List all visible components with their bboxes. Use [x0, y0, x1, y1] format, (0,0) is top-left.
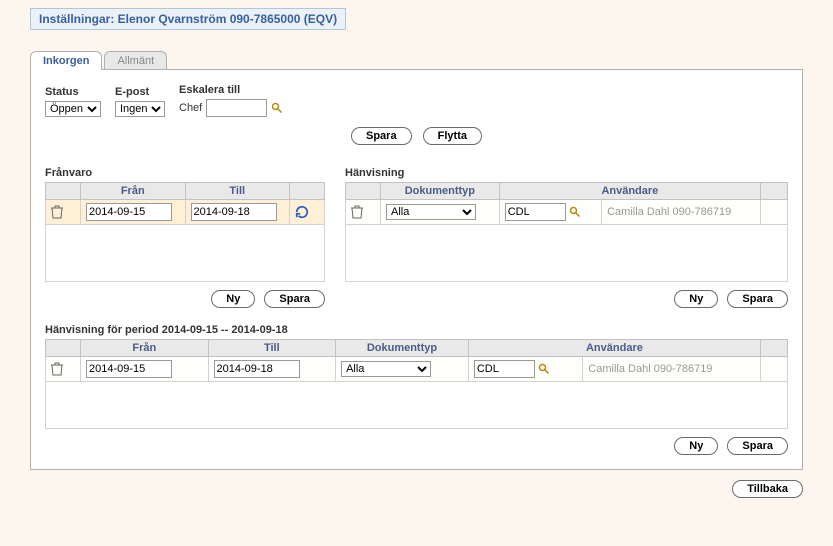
period-col-user: Användare [468, 340, 760, 357]
hanvisning-box: Hänvisning Dokumenttyp Användare [345, 167, 788, 308]
tillbaka-button[interactable]: Tillbaka [732, 480, 803, 498]
search-icon[interactable] [538, 363, 550, 375]
flytta-button[interactable]: Flytta [423, 127, 482, 145]
period-title: Hänvisning för period 2014-09-15 -- 2014… [45, 324, 788, 336]
table-row [346, 225, 788, 282]
refresh-icon[interactable] [295, 205, 319, 219]
panel-inkorgen: Status Öppen E-post Ingen Eskalera till … [30, 69, 803, 470]
filter-epost-group: E-post Ingen [115, 86, 165, 117]
filter-status-group: Status Öppen [45, 86, 101, 117]
page-title: Inställningar: Elenor Qvarnström 090-786… [39, 12, 337, 26]
period-table: Från Till Dokumenttyp Användare Alla [45, 339, 788, 429]
ny-button[interactable]: Ny [674, 290, 718, 308]
period-col-from: Från [81, 340, 209, 357]
main-buttons: Spara Flytta [45, 127, 788, 145]
epost-select[interactable]: Ingen [115, 101, 165, 117]
status-select[interactable]: Öppen [45, 101, 101, 117]
franvaro-col-from: Från [81, 183, 186, 200]
spara-button[interactable]: Spara [727, 290, 788, 308]
spara-button[interactable]: Spara [727, 437, 788, 455]
franvaro-from-input[interactable] [86, 203, 172, 221]
period-col-doktyp: Dokumenttyp [336, 340, 469, 357]
chef-input[interactable] [206, 99, 267, 117]
period-to-input[interactable] [214, 360, 300, 378]
doktyp-select[interactable]: Alla [386, 204, 476, 220]
hanvisning-col-doktyp: Dokumenttyp [381, 183, 500, 200]
spara-button[interactable]: Spara [351, 127, 412, 145]
period-from-input[interactable] [86, 360, 172, 378]
status-label: Status [45, 86, 101, 98]
ny-button[interactable]: Ny [674, 437, 718, 455]
user-name-text: Camilla Dahl 090-786719 [607, 206, 731, 218]
tab-inkorgen[interactable]: Inkorgen [30, 51, 102, 70]
hanvisning-title: Hänvisning [345, 167, 788, 179]
table-row [46, 225, 325, 282]
bottom-buttons: Tillbaka [30, 480, 803, 498]
hanvisning-col-user: Användare [499, 183, 760, 200]
period-doktyp-select[interactable]: Alla [341, 361, 431, 377]
franvaro-col-to: Till [185, 183, 290, 200]
table-row [46, 382, 788, 429]
trash-icon[interactable] [51, 205, 75, 219]
period-col-to: Till [208, 340, 336, 357]
eskalera-label: Eskalera till [179, 84, 283, 96]
user-code-input[interactable] [505, 203, 566, 221]
spara-button[interactable]: Spara [264, 290, 325, 308]
epost-label: E-post [115, 86, 165, 98]
table-row: Alla Camilla Dahl 090-786719 [346, 200, 788, 225]
franvaro-box: Frånvaro Från Till [45, 167, 325, 308]
period-box: Hänvisning för period 2014-09-15 -- 2014… [45, 324, 788, 455]
search-icon[interactable] [271, 102, 283, 114]
tabs-row: Inkorgen Allmänt [30, 50, 803, 69]
franvaro-table: Från Till [45, 182, 325, 282]
trash-icon[interactable] [351, 205, 375, 219]
ny-button[interactable]: Ny [211, 290, 255, 308]
page-title-bar: Inställningar: Elenor Qvarnström 090-786… [30, 8, 346, 30]
filter-eskalera-group: Eskalera till Chef [179, 84, 283, 117]
table-row [46, 200, 325, 225]
period-user-name-text: Camilla Dahl 090-786719 [588, 363, 712, 375]
period-user-code-input[interactable] [474, 360, 535, 378]
table-row: Alla Camilla Dahl 090-786719 [46, 357, 788, 382]
filter-row: Status Öppen E-post Ingen Eskalera till … [45, 84, 788, 117]
franvaro-to-input[interactable] [191, 203, 277, 221]
hanvisning-table: Dokumenttyp Användare Alla [345, 182, 788, 282]
franvaro-title: Frånvaro [45, 167, 325, 179]
trash-icon[interactable] [51, 362, 75, 376]
chef-label: Chef [179, 102, 202, 114]
tab-allmant[interactable]: Allmänt [104, 51, 167, 70]
search-icon[interactable] [569, 206, 581, 218]
